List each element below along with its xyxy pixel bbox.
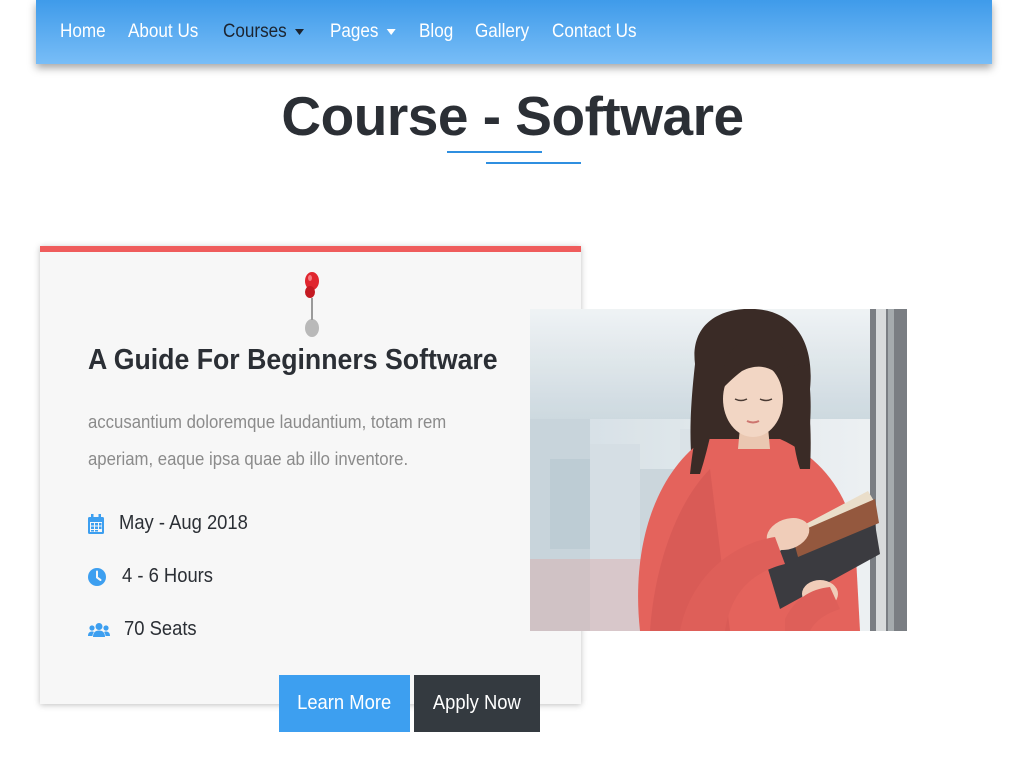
calendar-icon	[88, 513, 104, 534]
chevron-down-icon	[294, 29, 304, 35]
learn-more-button[interactable]: Learn More	[279, 675, 410, 732]
chevron-down-icon	[386, 29, 396, 35]
nav-about-us[interactable]: About Us	[128, 21, 198, 43]
nav-home[interactable]: Home	[60, 21, 106, 43]
pushpin-icon	[305, 272, 319, 337]
users-icon	[88, 622, 110, 637]
course-photo	[530, 309, 907, 631]
title-underline-top	[447, 151, 542, 153]
nav-blog[interactable]: Blog	[419, 21, 453, 43]
course-hours: 4 - 6 Hours	[88, 565, 221, 588]
course-card: A Guide For Beginners Software accusanti…	[40, 246, 581, 704]
page-title-light: Course -	[281, 85, 516, 147]
course-date-text: May - Aug 2018	[119, 512, 248, 534]
main-navbar: Home About Us Courses Pages Blog Gallery…	[36, 0, 992, 64]
nav-contact-us[interactable]: Contact Us	[552, 21, 637, 43]
clock-icon	[88, 567, 106, 586]
apply-now-button[interactable]: Apply Now	[414, 675, 540, 732]
nav-courses[interactable]: Courses	[223, 21, 304, 43]
course-description: accusantium doloremque laudantium, totam…	[88, 412, 447, 469]
course-seats: 70 Seats	[88, 618, 203, 641]
nav-gallery[interactable]: Gallery	[475, 21, 529, 43]
course-date: May - Aug 2018	[88, 512, 259, 535]
course-title: A Guide For Beginners Software	[88, 344, 498, 376]
course-hours-text: 4 - 6 Hours	[122, 565, 214, 587]
page-title: Course - Software	[0, 84, 1025, 148]
page-title-bold: Software	[515, 85, 744, 147]
nav-pages[interactable]: Pages	[330, 21, 396, 43]
title-underline-bottom	[486, 162, 581, 164]
course-seats-text: 70 Seats	[124, 618, 197, 640]
